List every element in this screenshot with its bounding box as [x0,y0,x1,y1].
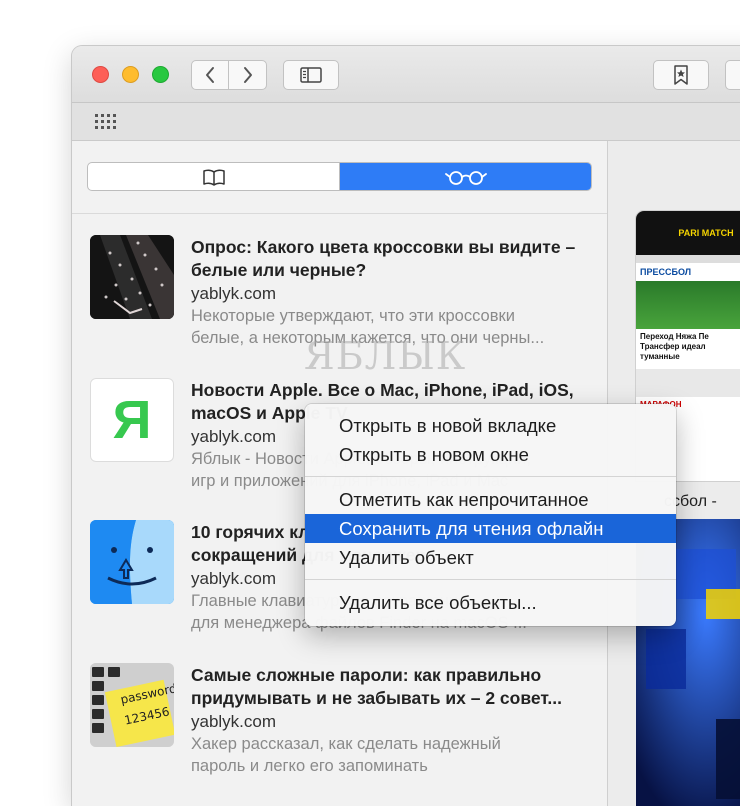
item-domain: yablyk.com [191,712,277,731]
preview-brand: PARI MATCH [678,228,734,238]
tab-reading-list[interactable] [340,163,591,190]
finder-thumbnail [90,520,174,604]
menu-open-new-tab[interactable]: Открыть в новой вкладке [305,411,676,440]
sidebar-segmented-control [87,162,592,191]
yablyk-logo: Я [112,390,152,450]
preview-headline: туманные [640,352,680,361]
zoom-window-button[interactable] [152,66,169,83]
context-menu: Открыть в новой вкладке Открыть в новом … [305,404,676,626]
forward-button[interactable] [228,60,267,90]
yablyk-logo-thumbnail: Я [90,378,174,462]
preview-photo [636,281,740,329]
password-note-thumbnail: password 123456 [90,663,174,747]
star-bookmark-icon [674,65,688,85]
item-description: Хакер рассказал, как сделать надежный па… [191,733,599,777]
sidebar-toggle-button[interactable] [283,60,339,90]
item-description-line: Хакер рассказал, как сделать надежный [191,735,501,753]
share-button[interactable] [725,60,740,90]
item-domain: yablyk.com [191,284,277,303]
minimize-window-button[interactable] [122,66,139,83]
reading-list-item[interactable]: password 123456 Самые сложные пароли: ка… [90,651,600,781]
tab-bookmarks[interactable] [88,163,340,190]
item-title: Самые сложные пароли: как правильно прид… [191,665,562,708]
reading-list-item-text: Самые сложные пароли: как правильно прид… [191,664,599,777]
preview-brand-header: PARI MATCH [636,211,740,255]
glasses-icon [444,170,487,185]
menu-remove-all[interactable]: Удалить все объекты... [305,588,676,617]
reading-list-item-text: Опрос: Какого цвета кроссовки вы видите … [191,236,599,349]
panel-divider [72,213,607,214]
menu-save-offline[interactable]: Сохранить для чтения офлайн [305,514,676,543]
menu-separator [305,579,676,580]
menu-separator [305,476,676,477]
bookmark-button[interactable] [653,60,709,90]
close-window-button[interactable] [92,66,109,83]
menu-mark-unread[interactable]: Отметить как непрочитанное [305,485,676,514]
preview-section: ПРЕССБОЛ [640,267,692,277]
site-watermark: ЯБЛЫК [304,334,467,378]
preview-headline: Переход Няжа Пе [640,332,709,341]
menu-remove-item[interactable]: Удалить объект [305,543,676,572]
chevron-left-icon [206,67,214,83]
grid-icon[interactable] [94,113,118,131]
toolbar [72,46,740,103]
finder-icon [90,520,174,604]
back-button[interactable] [191,60,229,90]
sneaker-thumbnail [90,235,174,319]
book-icon [202,169,225,186]
item-description-line: Некоторые утверждают, что эти кроссовки [191,307,515,325]
sidebar-icon [300,67,322,83]
menu-open-new-window[interactable]: Открыть в новом окне [305,440,676,469]
item-description-line: пароль и легко его запоминать [191,757,428,775]
item-title: Опрос: Какого цвета кроссовки вы видите … [191,237,576,280]
chevron-right-icon [243,67,252,83]
favorites-bar [72,103,740,141]
preview-headline: Трансфер идеал [640,342,706,351]
